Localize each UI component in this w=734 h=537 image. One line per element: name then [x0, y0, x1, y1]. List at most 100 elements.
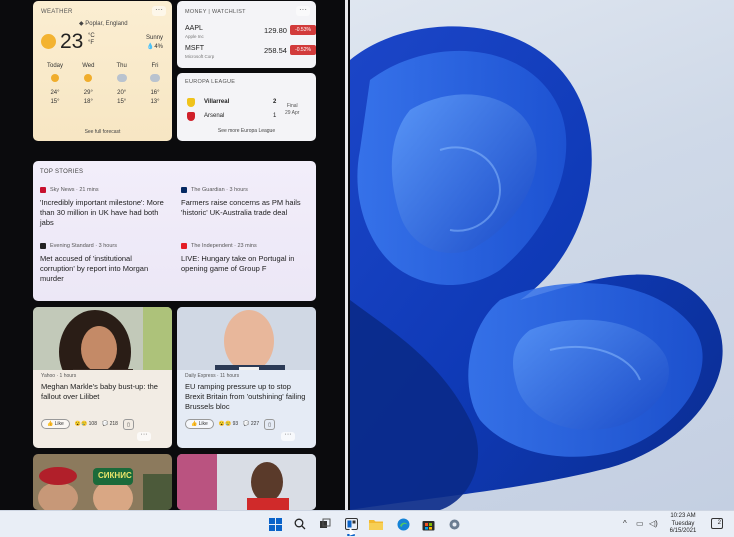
top-stories-widget: TOP STORIES Sky News · 21 mins 'Incredib… [33, 161, 316, 301]
forecast-day[interactable]: Fri 16° 13° [141, 63, 169, 105]
like-button[interactable]: 👍 Like [41, 419, 70, 429]
story-item[interactable]: Evening Standard · 3 hours Met accused o… [40, 243, 168, 284]
desktop-wallpaper [350, 0, 734, 510]
task-view-icon[interactable] [318, 517, 332, 531]
unit-celsius[interactable]: °C [88, 33, 95, 39]
panel-divider[interactable] [345, 0, 348, 510]
file-explorer-icon[interactable] [369, 517, 383, 531]
like-button[interactable]: 👍 Like [185, 419, 214, 429]
condition-text: Sunny [146, 35, 164, 41]
day-high: 20° [117, 90, 127, 96]
reactions-bar: 👍 Like 😮😢 93 💬 227 ▯ [185, 418, 276, 430]
comment-count[interactable]: 💬 227 [243, 421, 259, 427]
team-row[interactable]: Arsenal 1 [187, 112, 287, 122]
news-headline[interactable]: EU ramping pressure up to stop Brexit Br… [185, 382, 310, 412]
top-stories-title: TOP STORIES [40, 169, 84, 175]
settings-icon[interactable] [447, 517, 461, 531]
reaction-count[interactable]: 😮😢 108 [75, 421, 97, 427]
store-icon[interactable] [421, 517, 435, 531]
forecast-day[interactable]: Today 24° 15° [41, 63, 69, 105]
europa-more-link[interactable]: See more Europa League [177, 128, 316, 134]
full-forecast-link[interactable]: See full forecast [33, 129, 172, 135]
day-low: 15° [50, 99, 60, 105]
story-headline[interactable]: Met accused of 'institutional corruption… [40, 254, 168, 284]
arsenal-crest-icon [187, 112, 195, 121]
comment-count[interactable]: 💬 218 [102, 421, 118, 427]
story-source: Sky News · 21 mins [40, 187, 168, 193]
more-options-icon[interactable]: ··· [281, 431, 295, 441]
europa-league-widget[interactable]: EUROPA LEAGUE Villarreal 2 Arsenal 1 Fin… [177, 73, 316, 141]
team-score: 1 [273, 113, 277, 119]
team-name: Arsenal [204, 113, 225, 119]
save-icon[interactable]: ▯ [122, 418, 134, 430]
cloud-rain-icon [149, 74, 160, 82]
match-status: Final 29 Apr [285, 103, 299, 117]
day-high: 24° [50, 90, 60, 96]
like-label: Like [198, 421, 208, 427]
europa-title: EUROPA LEAGUE [185, 79, 236, 85]
temperature-units[interactable]: °C °F [88, 33, 95, 47]
sun-icon [41, 34, 56, 49]
bloom-artwork [350, 26, 723, 510]
news-card[interactable]: Daily Express · 11 hours EU ramping pres… [177, 307, 316, 448]
day-high: 29° [83, 90, 93, 96]
volume-icon[interactable]: ◁) [649, 519, 658, 531]
news-card[interactable] [177, 454, 316, 510]
stock-row[interactable]: MSFT Microsoft Corp 258.54 -0.52% [185, 45, 316, 61]
chevron-up-icon[interactable]: ^ [623, 519, 627, 531]
story-source-text: Evening Standard · 3 hours [50, 243, 117, 249]
story-item[interactable]: Sky News · 21 mins 'Incredibly important… [40, 187, 168, 228]
news-card-body: Daily Express · 11 hours EU ramping pres… [177, 370, 316, 448]
day-name: Today [46, 63, 63, 69]
sun-icon [51, 74, 59, 82]
current-temperature: 23 [60, 30, 84, 53]
stock-company: Apple Inc [185, 34, 204, 39]
search-icon[interactable] [293, 517, 307, 531]
news-headline[interactable]: Meghan Markle's baby bust-up: the fallou… [41, 382, 166, 402]
story-source: The Guardian · 3 hours [181, 187, 309, 193]
unit-fahrenheit[interactable]: °F [88, 40, 94, 46]
story-item[interactable]: The Guardian · 3 hours Farmers raise con… [181, 187, 309, 218]
reaction-count[interactable]: 😮😢 93 [219, 421, 238, 427]
story-headline[interactable]: Farmers raise concerns as PM hails 'hist… [181, 198, 309, 218]
news-photo [33, 454, 172, 510]
stock-change-badge: -0.52% [290, 45, 316, 55]
network-icon[interactable]: ▭ [636, 519, 644, 531]
watchlist-title: MONEY | WATCHLIST [185, 9, 246, 15]
more-options-icon[interactable]: ··· [296, 6, 310, 16]
forecast-day[interactable]: Wed 29° 18° [74, 63, 102, 105]
clock-date: 6/15/2021 [669, 528, 697, 534]
notification-center-icon[interactable]: 2 [711, 518, 723, 529]
comment-icon: 💬 [243, 421, 250, 427]
story-headline[interactable]: LIVE: Hungary take on Portugal in openin… [181, 254, 309, 274]
widgets-panel: WEATHER ··· ◆ Poplar, England 23 °C °F S… [0, 0, 350, 510]
windows-start-icon[interactable] [268, 517, 282, 531]
edge-icon[interactable] [396, 517, 410, 531]
reaction-count-value: 108 [88, 421, 97, 427]
watchlist-widget[interactable]: MONEY | WATCHLIST ··· AAPL Apple Inc 129… [177, 1, 316, 68]
more-options-icon[interactable]: ··· [137, 431, 151, 441]
independent-logo-icon [181, 243, 187, 249]
sky-news-logo-icon [40, 187, 46, 193]
reactions-bar: 👍 Like 😮😢 108 💬 218 ▯ [41, 418, 134, 430]
story-item[interactable]: The Independent · 23 mins LIVE: Hungary … [181, 243, 309, 274]
forecast-day[interactable]: Thu 20° 15° [108, 63, 136, 105]
sun-icon [84, 74, 93, 82]
clock[interactable]: 10:23 AM Tuesday 6/15/2021 [663, 513, 703, 536]
notification-count: 2 [717, 520, 721, 526]
more-options-icon[interactable]: ··· [152, 6, 166, 16]
save-icon[interactable]: ▯ [264, 418, 276, 430]
clock-time: 10:23 AM [670, 513, 696, 519]
news-source: Daily Express · 11 hours [185, 373, 240, 379]
stock-row[interactable]: AAPL Apple Inc 129.80 -0.53% [185, 25, 316, 41]
day-name: Fri [151, 63, 159, 69]
story-source-text: The Independent · 23 mins [191, 243, 257, 249]
news-card[interactable]: Yahoo · 1 hours Meghan Markle's baby bus… [33, 307, 172, 448]
team-row[interactable]: Villarreal 2 [187, 98, 287, 108]
weather-widget[interactable]: WEATHER ··· ◆ Poplar, England 23 °C °F S… [33, 1, 172, 141]
news-card[interactable]: СИКНИС [33, 454, 172, 510]
day-name: Wed [82, 63, 95, 69]
story-headline[interactable]: 'Incredibly important milestone': More t… [40, 198, 168, 228]
stock-symbol: MSFT [185, 45, 205, 52]
comment-count-value: 227 [250, 421, 260, 427]
